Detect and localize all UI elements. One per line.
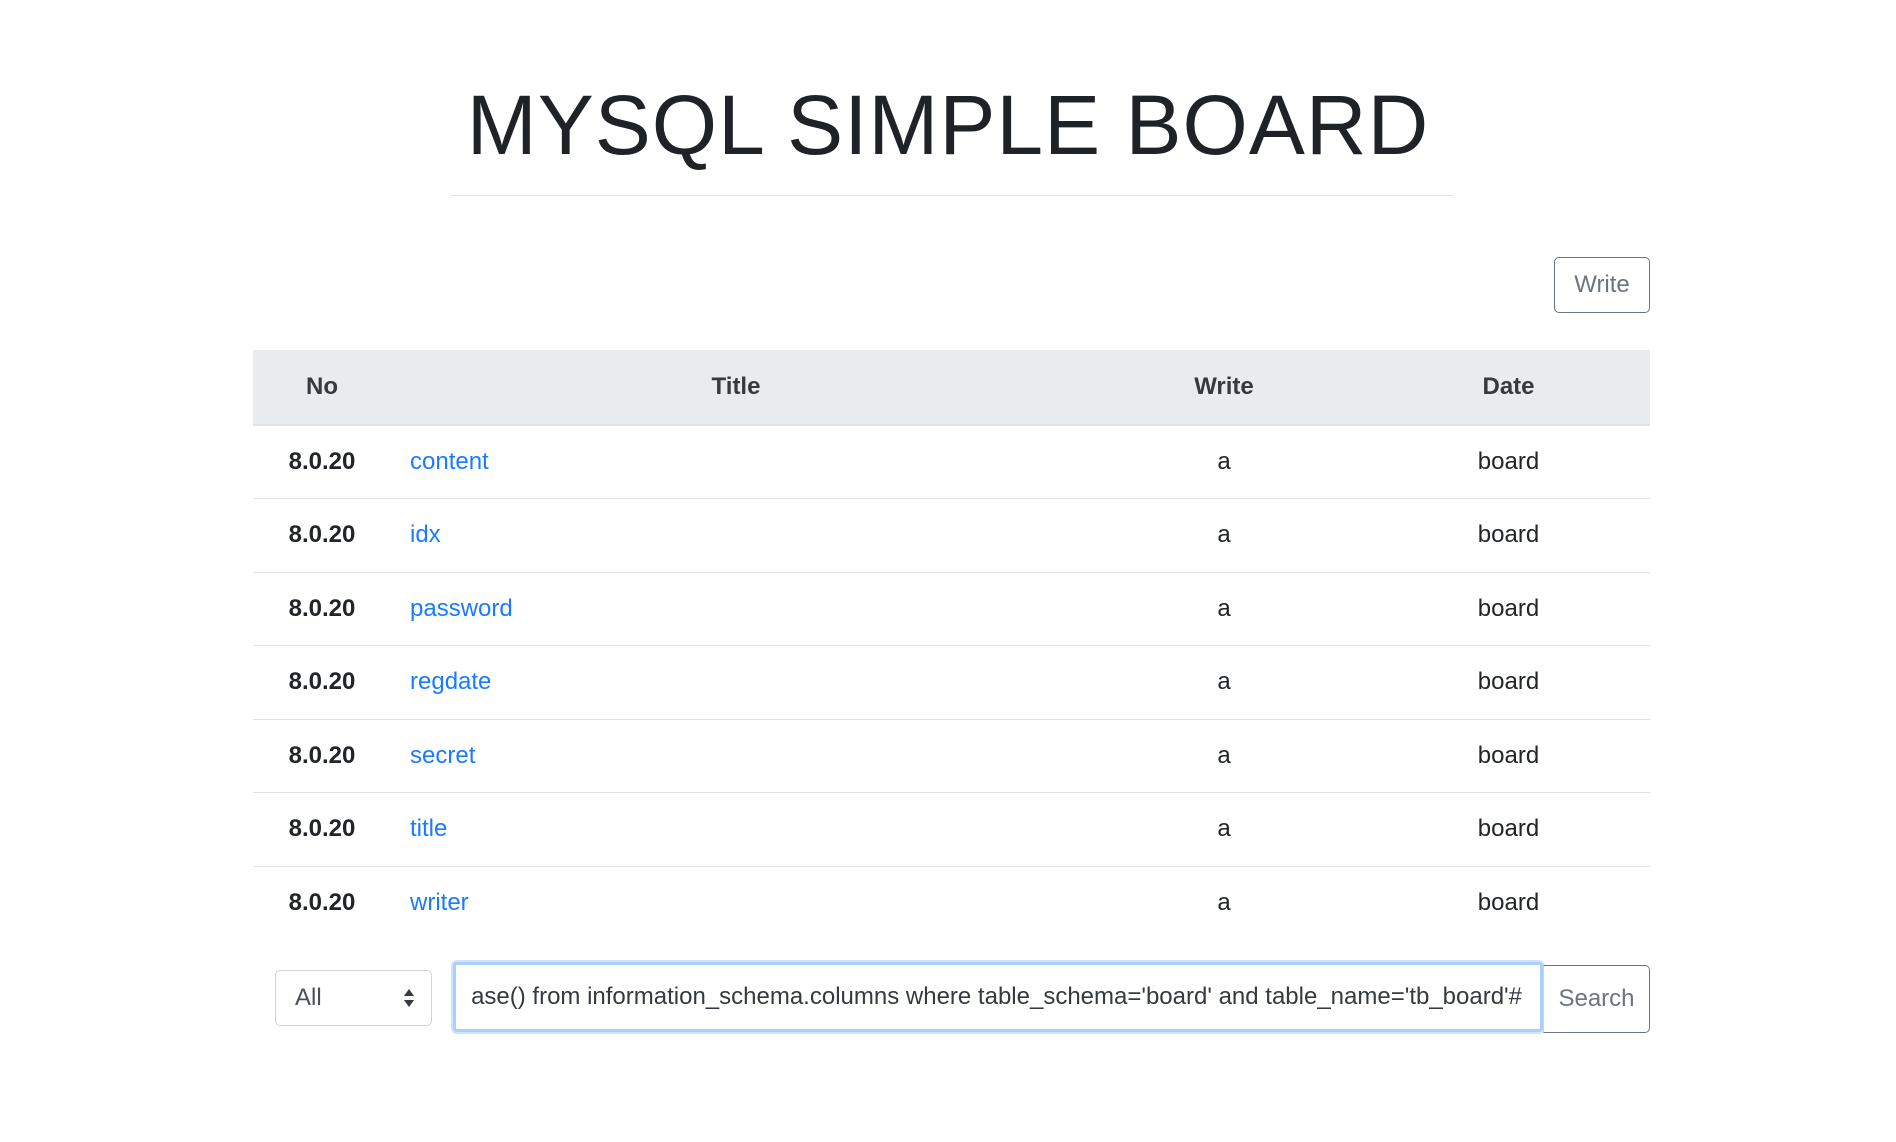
row-no: 8.0.20 xyxy=(288,448,356,475)
row-date: board xyxy=(1367,498,1650,572)
row-title-cell: title xyxy=(391,792,1081,866)
row-no: 8.0.20 xyxy=(253,718,391,793)
row-date: board xyxy=(1367,865,1650,940)
search-button[interactable]: Search xyxy=(1543,965,1650,1033)
row-title-link[interactable]: idx xyxy=(391,521,441,548)
table-row: 8.0.20 title a board xyxy=(253,792,1650,866)
row-title-cell: secret xyxy=(391,718,1081,793)
row-title-link[interactable]: content xyxy=(391,448,489,475)
row-date: board xyxy=(1367,718,1650,793)
row-writer: a xyxy=(1081,865,1367,940)
row-no: 8.0.20 xyxy=(253,571,391,646)
row-title-cell: writer xyxy=(391,865,1081,940)
table-header-row: No Title Write Date xyxy=(253,350,1650,426)
row-writer: a xyxy=(1081,718,1367,793)
row-title-link[interactable]: title xyxy=(391,815,447,842)
row-title-link[interactable]: password xyxy=(391,595,513,622)
select-arrows-icon xyxy=(404,989,414,1007)
row-writer: a xyxy=(1081,645,1367,719)
column-header-title: Title xyxy=(391,350,1081,426)
row-no: 8.0.20 xyxy=(253,498,391,572)
row-no: 8.0.20 xyxy=(253,865,391,940)
row-title-link[interactable]: writer xyxy=(391,889,469,916)
table-row: 8.0.20 secret a board xyxy=(253,718,1650,793)
table-row: 8.0.20 regdate a board xyxy=(253,645,1650,719)
table-row: 8.0.20 content a board xyxy=(253,425,1650,499)
title-divider xyxy=(450,195,1454,196)
table-row: 8.0.20 idx a board xyxy=(253,498,1650,572)
row-date: board xyxy=(1367,645,1650,719)
page-title: MYSQL SIMPLE BOARD xyxy=(466,78,1430,172)
row-no: 8.0.20 xyxy=(253,645,391,719)
row-writer: a xyxy=(1217,448,1231,475)
search-input[interactable]: ase() from information_schema.columns wh… xyxy=(453,962,1543,1032)
board-page: MYSQL SIMPLE BOARD Write No Title Write … xyxy=(0,0,1896,1142)
row-title-cell: regdate xyxy=(391,645,1081,719)
row-date: board xyxy=(1367,571,1650,646)
table-row: 8.0.20 writer a board xyxy=(253,865,1650,940)
row-writer: a xyxy=(1081,498,1367,572)
column-header-no: No xyxy=(253,350,391,426)
search-filter-select[interactable]: All xyxy=(275,970,432,1026)
table-row: 8.0.20 password a board xyxy=(253,571,1650,646)
search-input-value: ase() from information_schema.columns wh… xyxy=(471,983,1522,1010)
board-table: No Title Write Date 8.0.20 content a boa… xyxy=(253,350,1650,940)
search-filter-value: All xyxy=(295,984,322,1011)
row-title-cell: password xyxy=(391,571,1081,646)
write-button[interactable]: Write xyxy=(1554,257,1650,313)
row-date: board xyxy=(1477,448,1540,475)
row-title-cell: content xyxy=(391,425,1081,499)
row-writer: a xyxy=(1081,571,1367,646)
column-header-date: Date xyxy=(1367,350,1650,426)
row-title-cell: idx xyxy=(391,498,1081,572)
row-date: board xyxy=(1367,792,1650,866)
row-writer: a xyxy=(1081,792,1367,866)
row-title-link[interactable]: regdate xyxy=(391,668,491,695)
row-title-link[interactable]: secret xyxy=(391,742,475,769)
row-no: 8.0.20 xyxy=(253,792,391,866)
column-header-write: Write xyxy=(1081,350,1367,426)
